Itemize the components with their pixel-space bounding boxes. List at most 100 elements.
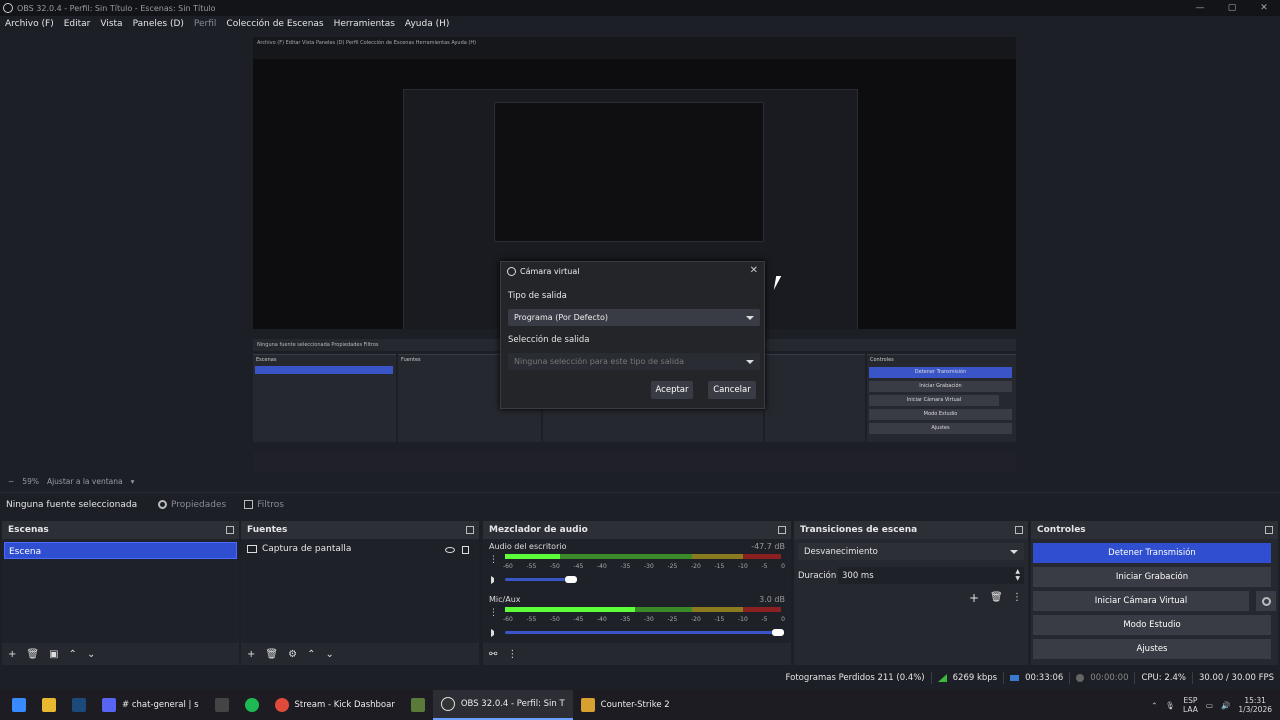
preview-settings: Ajustes — [869, 423, 1012, 434]
chevron-up-icon[interactable]: ⌃ — [1151, 701, 1157, 710]
desktop-audio-ticks: -60 -55 -50 -45 -40 -35 -30 -25 -20 -15 -10 -5 0 — [503, 563, 785, 570]
menu-file[interactable]: Archivo (F) — [0, 19, 59, 29]
mic-aux-volume-slider[interactable] — [505, 631, 777, 634]
menu-scene-collection[interactable]: Colección de Escenas — [221, 19, 328, 29]
add-transition-button[interactable]: + — [969, 591, 979, 605]
taskbar-chrome-label: Stream - Kick Dashboar — [294, 700, 395, 710]
zoom-dropdown-icon[interactable]: ▾ — [131, 477, 135, 486]
lock-icon[interactable] — [462, 546, 469, 554]
desktop-audio-volume-slider[interactable] — [505, 578, 565, 581]
taskbar-discord[interactable]: # chat-general | s — [94, 690, 207, 720]
meter-tick: -10 — [738, 563, 748, 570]
clock[interactable]: 15:31 1/3/2026 — [1238, 696, 1272, 714]
menu-help[interactable]: Ayuda (H) — [400, 19, 454, 29]
scene-filters-icon[interactable]: ▣ — [49, 649, 58, 660]
mic-aux-db: 3.0 dB — [759, 595, 785, 604]
clock-time: 15:31 — [1244, 696, 1266, 705]
accept-button[interactable]: Aceptar — [651, 381, 693, 399]
speaker-icon[interactable] — [491, 629, 500, 637]
minecraft-icon[interactable] — [410, 698, 425, 712]
zoom-percent: 59% — [22, 476, 39, 486]
spotify-icon[interactable] — [244, 698, 259, 712]
chevron-down-icon — [1010, 550, 1018, 554]
steam-icon[interactable] — [72, 698, 86, 712]
move-up-button[interactable]: ⌃ — [69, 649, 77, 660]
close-button[interactable]: ✕ — [1248, 0, 1280, 16]
menu-view[interactable]: Vista — [95, 19, 127, 29]
taskbar-cs2[interactable]: Counter-Strike 2 — [573, 690, 678, 720]
cancel-button[interactable]: Cancelar — [708, 381, 756, 399]
undock-icon[interactable] — [466, 526, 474, 534]
studio-mode-button[interactable]: Modo Estudio — [1033, 615, 1271, 635]
add-scene-button[interactable]: + — [8, 649, 16, 660]
fps: 30.00 / 30.00 FPS — [1198, 673, 1274, 683]
trash-icon[interactable]: 🗑 — [990, 592, 1003, 603]
sources-header: Fuentes — [241, 521, 479, 539]
output-selection-select[interactable]: Ninguna selección para este tipo de sali… — [508, 353, 760, 370]
mic-aux-level — [505, 607, 635, 612]
move-down-button[interactable]: ⌄ — [325, 649, 333, 660]
filters-button[interactable]: Filtros — [238, 497, 290, 513]
trash-icon[interactable]: 🗑 — [265, 649, 278, 660]
settings-button[interactable]: Ajustes — [1033, 639, 1271, 659]
menu-profile[interactable]: Perfil — [189, 19, 222, 29]
start-recording-button[interactable]: Iniciar Grabación — [1033, 567, 1271, 587]
fit-to-window-button[interactable]: Ajustar a la ventana — [47, 477, 123, 486]
move-down-button[interactable]: ⌄ — [87, 649, 95, 660]
virtual-camera-settings-button[interactable] — [1256, 591, 1276, 611]
minimize-button[interactable]: — — [1184, 0, 1216, 16]
more-options-icon[interactable]: ⋮ — [489, 555, 498, 565]
mixer-toolbar: ⚯ ⋮ — [483, 643, 791, 665]
source-item[interactable]: Captura de pantalla — [247, 544, 351, 554]
window-controls: — ▢ ✕ — [1184, 0, 1280, 16]
filter-icon — [244, 500, 254, 509]
menu-docks[interactable]: Paneles (D) — [128, 19, 189, 29]
system-tray: ⌃ 🎙 ESP LAA ▭ 🔊 15:31 1/3/2026 — [1151, 690, 1272, 720]
network-icon[interactable]: ▭ — [1206, 701, 1213, 710]
move-up-button[interactable]: ⌃ — [307, 649, 315, 660]
transition-select[interactable]: Desvanecimiento — [798, 543, 1024, 560]
add-source-button[interactable]: + — [247, 649, 255, 660]
more-options-icon[interactable]: ⋮ — [507, 649, 517, 660]
properties-button[interactable]: Propiedades — [152, 497, 232, 513]
dialog-close-button[interactable]: ✕ — [750, 265, 758, 276]
zoom-out-button[interactable]: − — [8, 477, 14, 486]
more-options-icon[interactable]: ⋮ — [489, 608, 498, 618]
taskbar-obs[interactable]: OBS 32.0.4 - Perfil: Sin T — [432, 690, 573, 720]
undock-icon[interactable] — [1265, 526, 1273, 534]
windows-start-icon[interactable] — [12, 698, 26, 712]
more-options-icon[interactable]: ⋮ — [1012, 592, 1022, 603]
link-icon[interactable]: ⚯ — [489, 649, 497, 660]
file-explorer-icon[interactable] — [42, 698, 56, 712]
desktop-audio-volume-handle[interactable] — [565, 576, 577, 583]
duration-input[interactable]: 300 ms ▲ ▼ — [838, 567, 1024, 584]
eye-icon[interactable] — [445, 547, 455, 553]
meter-tick: -5 — [761, 563, 768, 570]
undock-icon[interactable] — [778, 526, 786, 534]
desktop-audio-meter — [505, 554, 781, 559]
maximize-button[interactable]: ▢ — [1216, 0, 1248, 16]
menu-edit[interactable]: Editar — [59, 19, 96, 29]
trash-icon[interactable]: 🗑 — [26, 649, 39, 660]
language-indicator[interactable]: ESP LAA — [1183, 696, 1198, 714]
microphone-icon[interactable]: 🎙 — [1166, 701, 1176, 710]
taskbar: # chat-general | s Stream - Kick Dashboa… — [0, 690, 1280, 720]
app-icon[interactable] — [214, 698, 229, 712]
stop-stream-button[interactable]: Detener Transmisión — [1033, 543, 1271, 563]
mic-aux-volume-handle[interactable] — [772, 629, 784, 636]
menu-tools[interactable]: Herramientas — [329, 19, 400, 29]
duration-spinner[interactable]: ▲ ▼ — [1015, 568, 1020, 582]
gear-icon[interactable]: ⚙ — [288, 649, 297, 660]
undock-icon[interactable] — [226, 526, 234, 534]
transitions-header: Transiciones de escena — [794, 521, 1028, 539]
undock-icon[interactable] — [1015, 526, 1023, 534]
meter-tick: -20 — [691, 563, 701, 570]
speaker-icon[interactable] — [491, 576, 500, 584]
scene-item[interactable]: Escena — [4, 542, 237, 559]
obs-logo-icon — [3, 3, 13, 13]
taskbar-chrome[interactable]: Stream - Kick Dashboar — [267, 690, 403, 720]
start-virtual-camera-button[interactable]: Iniciar Cámara Virtual — [1033, 591, 1249, 611]
output-type-select[interactable]: Programa (Por Defecto) — [508, 309, 760, 326]
volume-icon[interactable]: 🔊 — [1221, 701, 1230, 710]
sources-list: Captura de pantalla — [241, 539, 479, 643]
